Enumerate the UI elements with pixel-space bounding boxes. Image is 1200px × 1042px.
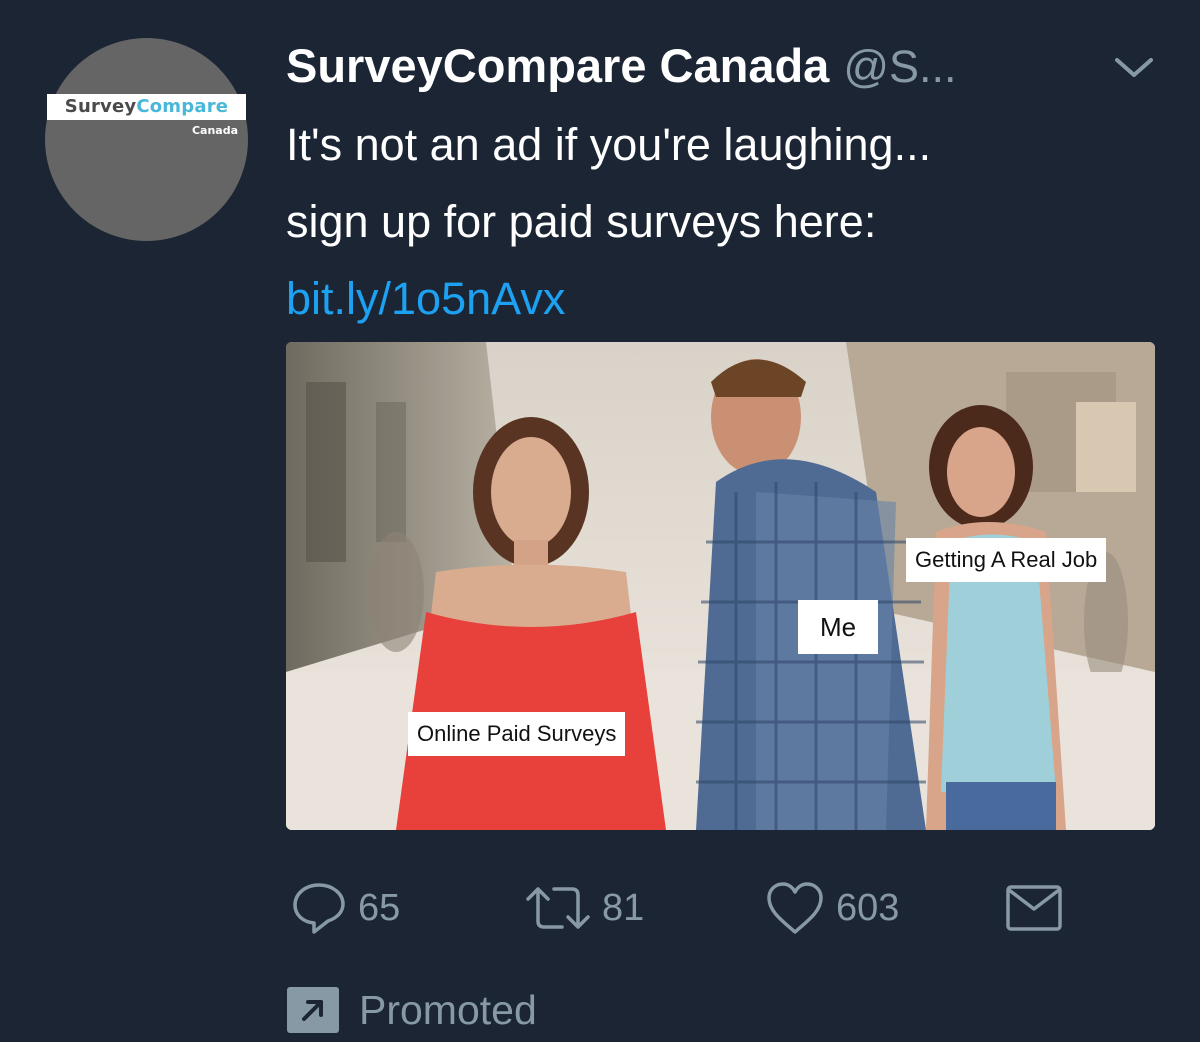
chevron-down-icon[interactable] (1113, 52, 1155, 82)
reply-icon (293, 883, 345, 934)
meme-photo (286, 342, 1155, 830)
like-button[interactable]: 603 (764, 876, 899, 940)
avatar-logo-word-survey: Survey (64, 96, 137, 117)
meme-caption-online-paid-surveys: Online Paid Surveys (408, 712, 626, 756)
profile-avatar[interactable]: SurveyCompare Canada (45, 38, 248, 241)
meme-caption-me: Me (798, 600, 879, 654)
like-count: 603 (836, 886, 900, 929)
avatar-logo-subtitle: Canada (191, 124, 238, 137)
tweet-text-line-1: It's not an ad if you're laughing... (286, 119, 932, 170)
meme-caption-getting-a-real-job: Getting A Real Job (906, 538, 1107, 582)
heart-icon (767, 882, 823, 934)
display-name[interactable]: SurveyCompare Canada (286, 38, 829, 93)
tweet-media-image[interactable]: Online Paid Surveys Me Getting A Real Jo… (286, 342, 1155, 830)
tweet-header: SurveyCompare Canada @S... (286, 38, 957, 98)
avatar-logo-word-compare: Compare (136, 96, 229, 117)
reply-button[interactable]: 65 (290, 876, 400, 940)
tweet-link[interactable]: bit.ly/1o5nAvx (286, 273, 565, 324)
promoted-label: Promoted (359, 986, 537, 1033)
avatar-logo-plate: SurveyCompare (47, 94, 246, 120)
direct-message-button[interactable] (1004, 876, 1074, 940)
user-handle[interactable]: @S... (843, 41, 956, 93)
retweet-button[interactable]: 81 (524, 876, 644, 940)
promoted-indicator[interactable]: Promoted (287, 985, 537, 1035)
tweet-text-line-2: sign up for paid surveys here: (286, 196, 877, 247)
tweet-text: It's not an ad if you're laughing... sig… (286, 106, 1166, 337)
tweet-action-bar: 65 81 603 (286, 876, 1076, 940)
promoted-arrow-icon (287, 987, 339, 1033)
retweet-count: 81 (602, 886, 645, 929)
envelope-icon (1006, 885, 1062, 931)
reply-count: 65 (358, 886, 401, 929)
retweet-icon (526, 887, 590, 929)
